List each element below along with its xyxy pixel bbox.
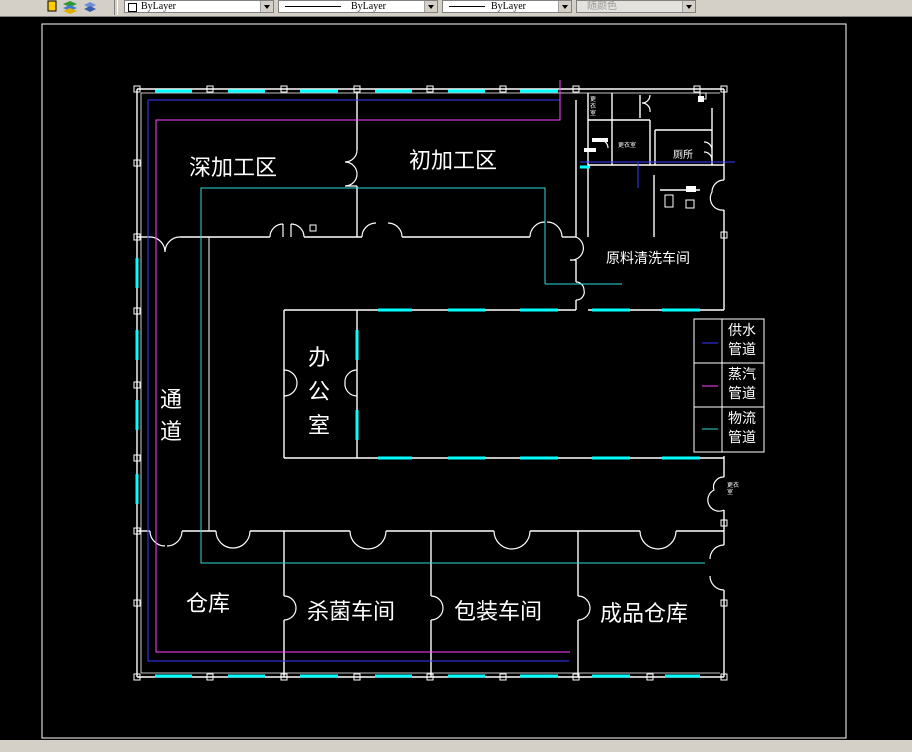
room-label-deep-processing: 深加工区 (189, 156, 278, 181)
logistics-pipe (200, 187, 705, 564)
status-strip (0, 740, 912, 752)
small-room-label: 更衣室 (590, 96, 597, 117)
room-label-raw-washing: 原料清洗车间 (606, 251, 690, 267)
room-label-passage-2: 道 (160, 420, 183, 445)
small-room-label: 更衣室 (727, 482, 740, 496)
legend-logistics-label-1: 物流 (728, 411, 756, 427)
legend-logistics-label-2: 管道 (728, 430, 756, 446)
room-label-finished-warehouse: 成品仓库 (600, 602, 689, 627)
legend-water-label-2: 管道 (728, 342, 756, 358)
room-label-warehouse: 仓库 (186, 592, 231, 617)
water-pipe (147, 99, 569, 662)
room-label-office-1: 办 (308, 346, 331, 371)
legend-steam-label-2: 管道 (728, 386, 756, 402)
water-pipe-branch (580, 161, 735, 188)
room-label-toilet: 厕所 (673, 150, 693, 161)
room-label-sterilization: 杀菌车间 (307, 600, 396, 625)
legend-water-label-1: 供水 (728, 323, 756, 339)
small-room-label: 更衣室 (618, 142, 637, 149)
paper-border (41, 23, 847, 739)
room-label-initial-processing: 初加工区 (409, 149, 498, 174)
room-label-office-3: 室 (308, 414, 331, 439)
legend-steam-label-1: 蒸汽 (728, 367, 756, 383)
room-label-passage-1: 通 (160, 388, 183, 413)
drawing-canvas[interactable] (0, 0, 912, 752)
room-label-office-2: 公 (308, 380, 331, 405)
room-label-packaging: 包装车间 (454, 600, 543, 625)
